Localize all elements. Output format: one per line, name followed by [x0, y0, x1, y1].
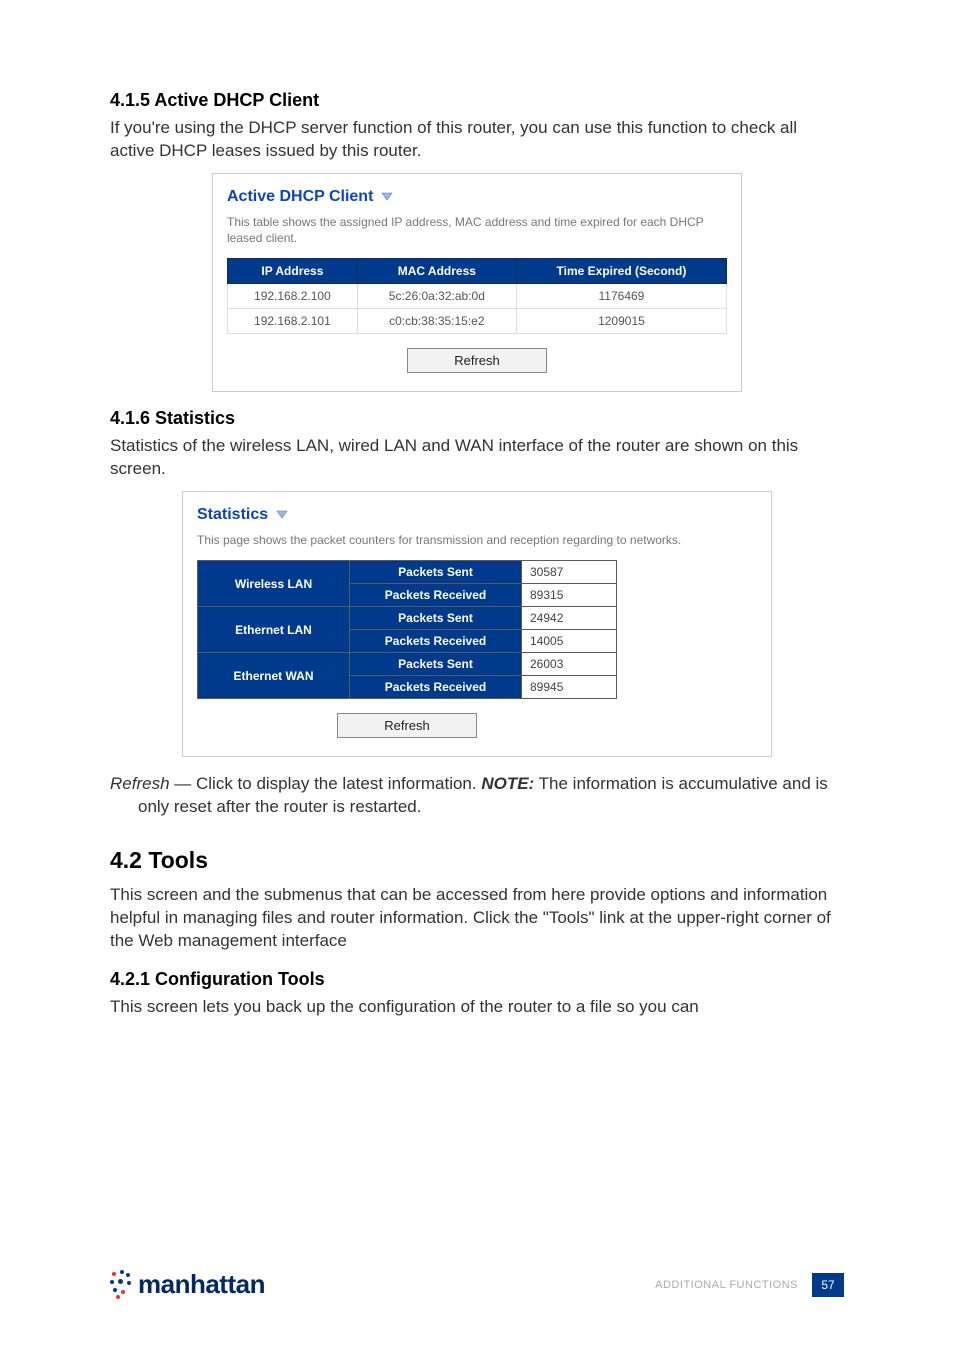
heading-416: 4.1.6 Statistics — [110, 408, 844, 429]
dhcp-cell-time: 1176469 — [516, 284, 726, 309]
para-415: If you're using the DHCP server function… — [110, 117, 844, 163]
refresh-button[interactable]: Refresh — [337, 713, 477, 738]
table-row: 192.168.2.100 5c:26:0a:32:ab:0d 1176469 — [228, 284, 727, 309]
refresh-sep: — — [170, 774, 196, 793]
stats-val-elan-sent: 24942 — [522, 607, 617, 630]
logo-dots-icon — [110, 1270, 132, 1300]
footer-right: ADDITIONAL FUNCTIONS 57 — [655, 1273, 844, 1297]
para-416: Statistics of the wireless LAN, wired LA… — [110, 435, 844, 481]
chevron-down-icon[interactable] — [275, 507, 289, 521]
footer-section-label: ADDITIONAL FUNCTIONS — [655, 1279, 798, 1291]
chevron-down-icon[interactable] — [380, 189, 394, 203]
stats-label-sent: Packets Sent — [350, 607, 522, 630]
dhcp-th-ip: IP Address — [228, 259, 358, 284]
stats-panel-desc: This page shows the packet counters for … — [197, 532, 757, 548]
stats-label-wlan: Wireless LAN — [198, 561, 350, 607]
stats-label-elan: Ethernet LAN — [198, 607, 350, 653]
dhcp-panel-title: Active DHCP Client — [227, 188, 373, 206]
page-footer: manhattan ADDITIONAL FUNCTIONS 57 — [110, 1269, 844, 1300]
stats-val-ewan-recv: 89945 — [522, 676, 617, 699]
logo-text: manhattan — [138, 1269, 265, 1300]
stats-label-recv: Packets Received — [350, 584, 522, 607]
stats-table: Wireless LAN Packets Sent 30587 Packets … — [197, 560, 617, 699]
dhcp-cell-mac: c0:cb:38:35:15:e2 — [357, 309, 516, 334]
stats-val-wlan-recv: 89315 — [522, 584, 617, 607]
stats-label-recv: Packets Received — [350, 676, 522, 699]
para-42: This screen and the submenus that can be… — [110, 884, 844, 953]
note-label: NOTE: — [481, 774, 534, 793]
dhcp-cell-time: 1209015 — [516, 309, 726, 334]
stats-label-sent: Packets Sent — [350, 561, 522, 584]
heading-415: 4.1.5 Active DHCP Client — [110, 90, 844, 111]
dhcp-panel-desc: This table shows the assigned IP address… — [227, 214, 727, 246]
dhcp-th-time: Time Expired (Second) — [516, 259, 726, 284]
page-number-badge: 57 — [812, 1273, 844, 1297]
stats-label-ewan: Ethernet WAN — [198, 653, 350, 699]
table-row: 192.168.2.101 c0:cb:38:35:15:e2 1209015 — [228, 309, 727, 334]
refresh-button[interactable]: Refresh — [407, 348, 547, 373]
refresh-body1: Click to display the latest information. — [196, 774, 481, 793]
para-421: This screen lets you back up the configu… — [110, 996, 844, 1019]
dhcp-cell-ip: 192.168.2.101 — [228, 309, 358, 334]
dhcp-table: IP Address MAC Address Time Expired (Sec… — [227, 258, 727, 334]
stats-val-wlan-sent: 30587 — [522, 561, 617, 584]
heading-42: 4.2 Tools — [110, 847, 844, 874]
stats-label-sent: Packets Sent — [350, 653, 522, 676]
active-dhcp-panel: Active DHCP Client This table shows the … — [212, 173, 742, 392]
heading-421: 4.2.1 Configuration Tools — [110, 969, 844, 990]
manhattan-logo: manhattan — [110, 1269, 265, 1300]
dhcp-cell-mac: 5c:26:0a:32:ab:0d — [357, 284, 516, 309]
stats-val-elan-recv: 14005 — [522, 630, 617, 653]
stats-val-ewan-sent: 26003 — [522, 653, 617, 676]
refresh-note: Refresh — Click to display the latest in… — [138, 773, 844, 819]
dhcp-cell-ip: 192.168.2.100 — [228, 284, 358, 309]
stats-panel-title: Statistics — [197, 506, 268, 524]
statistics-panel: Statistics This page shows the packet co… — [182, 491, 772, 757]
stats-label-recv: Packets Received — [350, 630, 522, 653]
refresh-term: Refresh — [110, 774, 170, 793]
dhcp-th-mac: MAC Address — [357, 259, 516, 284]
